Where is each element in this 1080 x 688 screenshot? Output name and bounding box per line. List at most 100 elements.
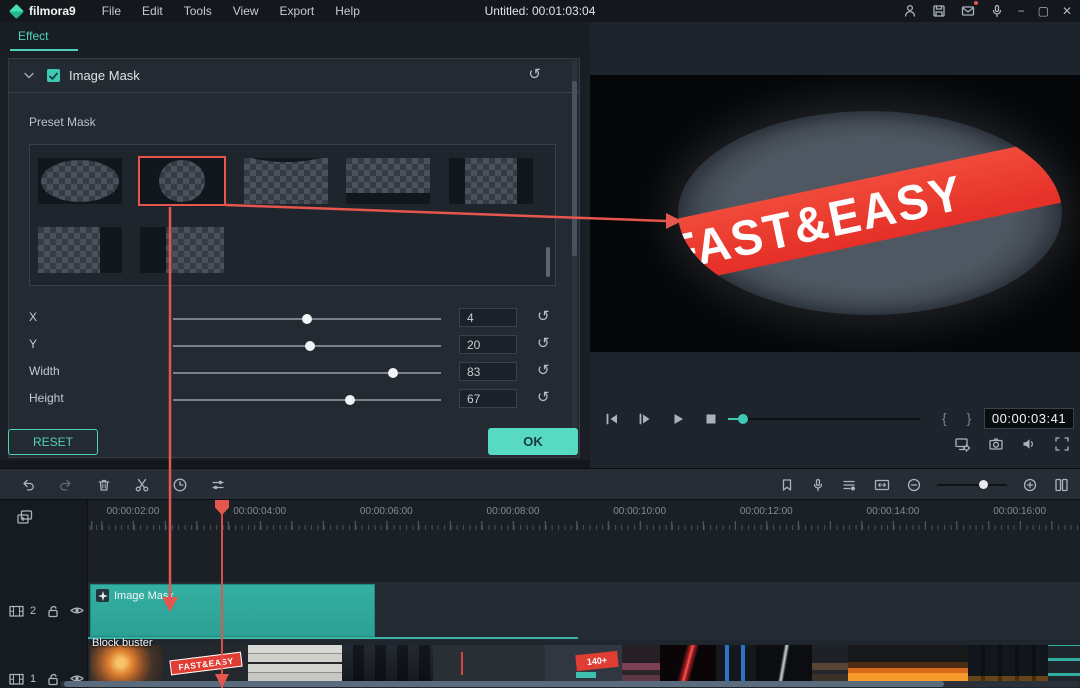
- add-track-icon[interactable]: [16, 509, 34, 526]
- display-settings-icon[interactable]: [954, 436, 971, 452]
- slider-track[interactable]: [173, 399, 441, 401]
- maximize-button[interactable]: ▢: [1038, 0, 1049, 22]
- zoom-in-icon[interactable]: [1022, 477, 1038, 493]
- ok-button[interactable]: OK: [488, 428, 578, 455]
- video-preview[interactable]: FAST&EASY: [590, 75, 1080, 352]
- save-icon[interactable]: [931, 3, 947, 19]
- reset-button[interactable]: RESET: [8, 429, 98, 455]
- split-scissors-icon[interactable]: [134, 477, 150, 493]
- seek-slider[interactable]: [728, 418, 920, 420]
- delete-icon[interactable]: [96, 477, 112, 493]
- zoom-out-icon[interactable]: [906, 477, 922, 493]
- tab-effect[interactable]: Effect: [18, 29, 48, 43]
- video-thumbnail-140[interactable]: 140+: [545, 645, 622, 682]
- width-value-input[interactable]: [459, 362, 517, 381]
- fullscreen-icon[interactable]: [1054, 436, 1070, 452]
- height-value-input[interactable]: [459, 389, 517, 408]
- video-thumbnail-pink-grid[interactable]: [622, 645, 660, 682]
- feedback-mail[interactable]: [960, 3, 976, 19]
- slider-track[interactable]: [173, 318, 441, 320]
- video-thumbnail-dark[interactable]: [433, 645, 545, 682]
- video-thumbnail-small-grid[interactable]: [812, 645, 848, 682]
- undo-icon[interactable]: [20, 477, 36, 493]
- ruler-ticks-minor: [88, 525, 1080, 530]
- previous-frame-icon[interactable]: [604, 411, 620, 427]
- zoom-slider-handle[interactable]: [979, 480, 988, 489]
- video-thumbnail-light-streak[interactable]: [756, 645, 812, 682]
- checkerboard: [38, 227, 100, 273]
- snapshot-camera-icon[interactable]: [988, 436, 1004, 452]
- preset-mask-grid: [29, 144, 556, 286]
- y-value-input[interactable]: [459, 335, 517, 354]
- mask-preset-left-panel[interactable]: [38, 227, 122, 273]
- mask-preset-curved-top[interactable]: [244, 158, 328, 204]
- slider-track[interactable]: [173, 372, 441, 374]
- fit-timeline-icon[interactable]: [873, 477, 891, 493]
- slider-handle[interactable]: [345, 395, 355, 405]
- mask-preset-bottom-band[interactable]: [346, 158, 430, 204]
- audio-mixer-icon[interactable]: [841, 477, 858, 493]
- video-thumbnail-blue-grid[interactable]: [716, 645, 756, 682]
- speed-clock-icon[interactable]: [172, 477, 188, 493]
- stop-icon[interactable]: [703, 411, 719, 427]
- mask-preset-ellipse[interactable]: [38, 158, 122, 204]
- menu-help[interactable]: Help: [335, 4, 360, 18]
- video-thumbnail-grid[interactable]: [248, 645, 342, 682]
- video-thumbnail-flames[interactable]: [848, 645, 968, 682]
- record-voiceover-icon[interactable]: [810, 477, 826, 493]
- image-mask-clip[interactable]: Image Mask: [90, 584, 375, 637]
- mark-in-out-brackets[interactable]: { }: [942, 410, 979, 426]
- menu-file[interactable]: File: [102, 4, 121, 18]
- seek-handle[interactable]: [738, 414, 748, 424]
- menu-tools[interactable]: Tools: [184, 4, 212, 18]
- preset-scrollbar[interactable]: [546, 247, 550, 277]
- slider-handle[interactable]: [388, 368, 398, 378]
- ruler-label: 00:00:02:00: [107, 506, 160, 517]
- reset-y-icon[interactable]: ↺: [537, 336, 550, 351]
- mask-preset-right-panel[interactable]: [140, 227, 224, 273]
- reset-width-icon[interactable]: ↺: [537, 363, 550, 378]
- lock-track-icon[interactable]: [45, 671, 60, 686]
- advanced-adjust-icon[interactable]: [210, 477, 226, 493]
- minimize-button[interactable]: −: [1018, 0, 1025, 22]
- slider-handle[interactable]: [302, 314, 312, 324]
- image-mask-checkbox[interactable]: [47, 69, 60, 82]
- close-button[interactable]: ✕: [1062, 0, 1072, 22]
- microphone-icon[interactable]: [989, 3, 1005, 19]
- volume-icon[interactable]: [1021, 436, 1037, 452]
- mask-preset-vertical-band[interactable]: [449, 158, 533, 204]
- mask-preset-circle-selected[interactable]: [140, 158, 224, 204]
- video-thumbnail-timeline[interactable]: [1048, 645, 1080, 682]
- video-thumbnail-fast-easy[interactable]: FAST&EASY: [163, 645, 248, 682]
- timeline-ruler[interactable]: 00:00:02:0000:00:04:0000:00:06:0000:00:0…: [88, 506, 1080, 518]
- panel-layout-toggle-icon[interactable]: [1053, 477, 1070, 493]
- slider-handle[interactable]: [305, 341, 315, 351]
- reset-effect-icon[interactable]: ↺: [528, 67, 541, 82]
- video-thumbnail-explosion[interactable]: [90, 645, 163, 682]
- reset-x-icon[interactable]: ↺: [537, 309, 550, 324]
- video-thumbnail-frames[interactable]: [342, 645, 433, 682]
- reset-height-icon[interactable]: ↺: [537, 390, 550, 405]
- marker-icon[interactable]: [779, 477, 795, 493]
- timeline-zoom-slider[interactable]: [937, 480, 1007, 490]
- panel-scrollbar[interactable]: [572, 81, 577, 256]
- lock-track-icon[interactable]: [45, 603, 60, 618]
- menu-view[interactable]: View: [233, 4, 259, 18]
- account-icon[interactable]: [902, 3, 918, 19]
- video-thumbnail-laser[interactable]: [660, 645, 716, 682]
- menu-edit[interactable]: Edit: [142, 4, 163, 18]
- play-icon[interactable]: [670, 411, 686, 427]
- x-value-input[interactable]: [459, 308, 517, 327]
- chevron-down-icon[interactable]: [23, 72, 35, 80]
- horizontal-scrollbar[interactable]: [64, 681, 944, 687]
- menu-export[interactable]: Export: [280, 4, 315, 18]
- toggle-visibility-eye-icon[interactable]: [69, 604, 85, 617]
- next-frame-icon[interactable]: [637, 411, 653, 427]
- current-timecode[interactable]: 00:00:03:41: [984, 408, 1074, 429]
- slider-track[interactable]: [173, 345, 441, 347]
- image-mask-settings: Image Mask ↺ Preset Mask X ↺: [8, 58, 580, 458]
- redo-icon[interactable]: [58, 477, 74, 493]
- mail-icon[interactable]: [960, 3, 976, 19]
- video-thumbnail-panels[interactable]: [968, 645, 1048, 682]
- project-title: Untitled: 00:01:03:04: [485, 4, 596, 18]
